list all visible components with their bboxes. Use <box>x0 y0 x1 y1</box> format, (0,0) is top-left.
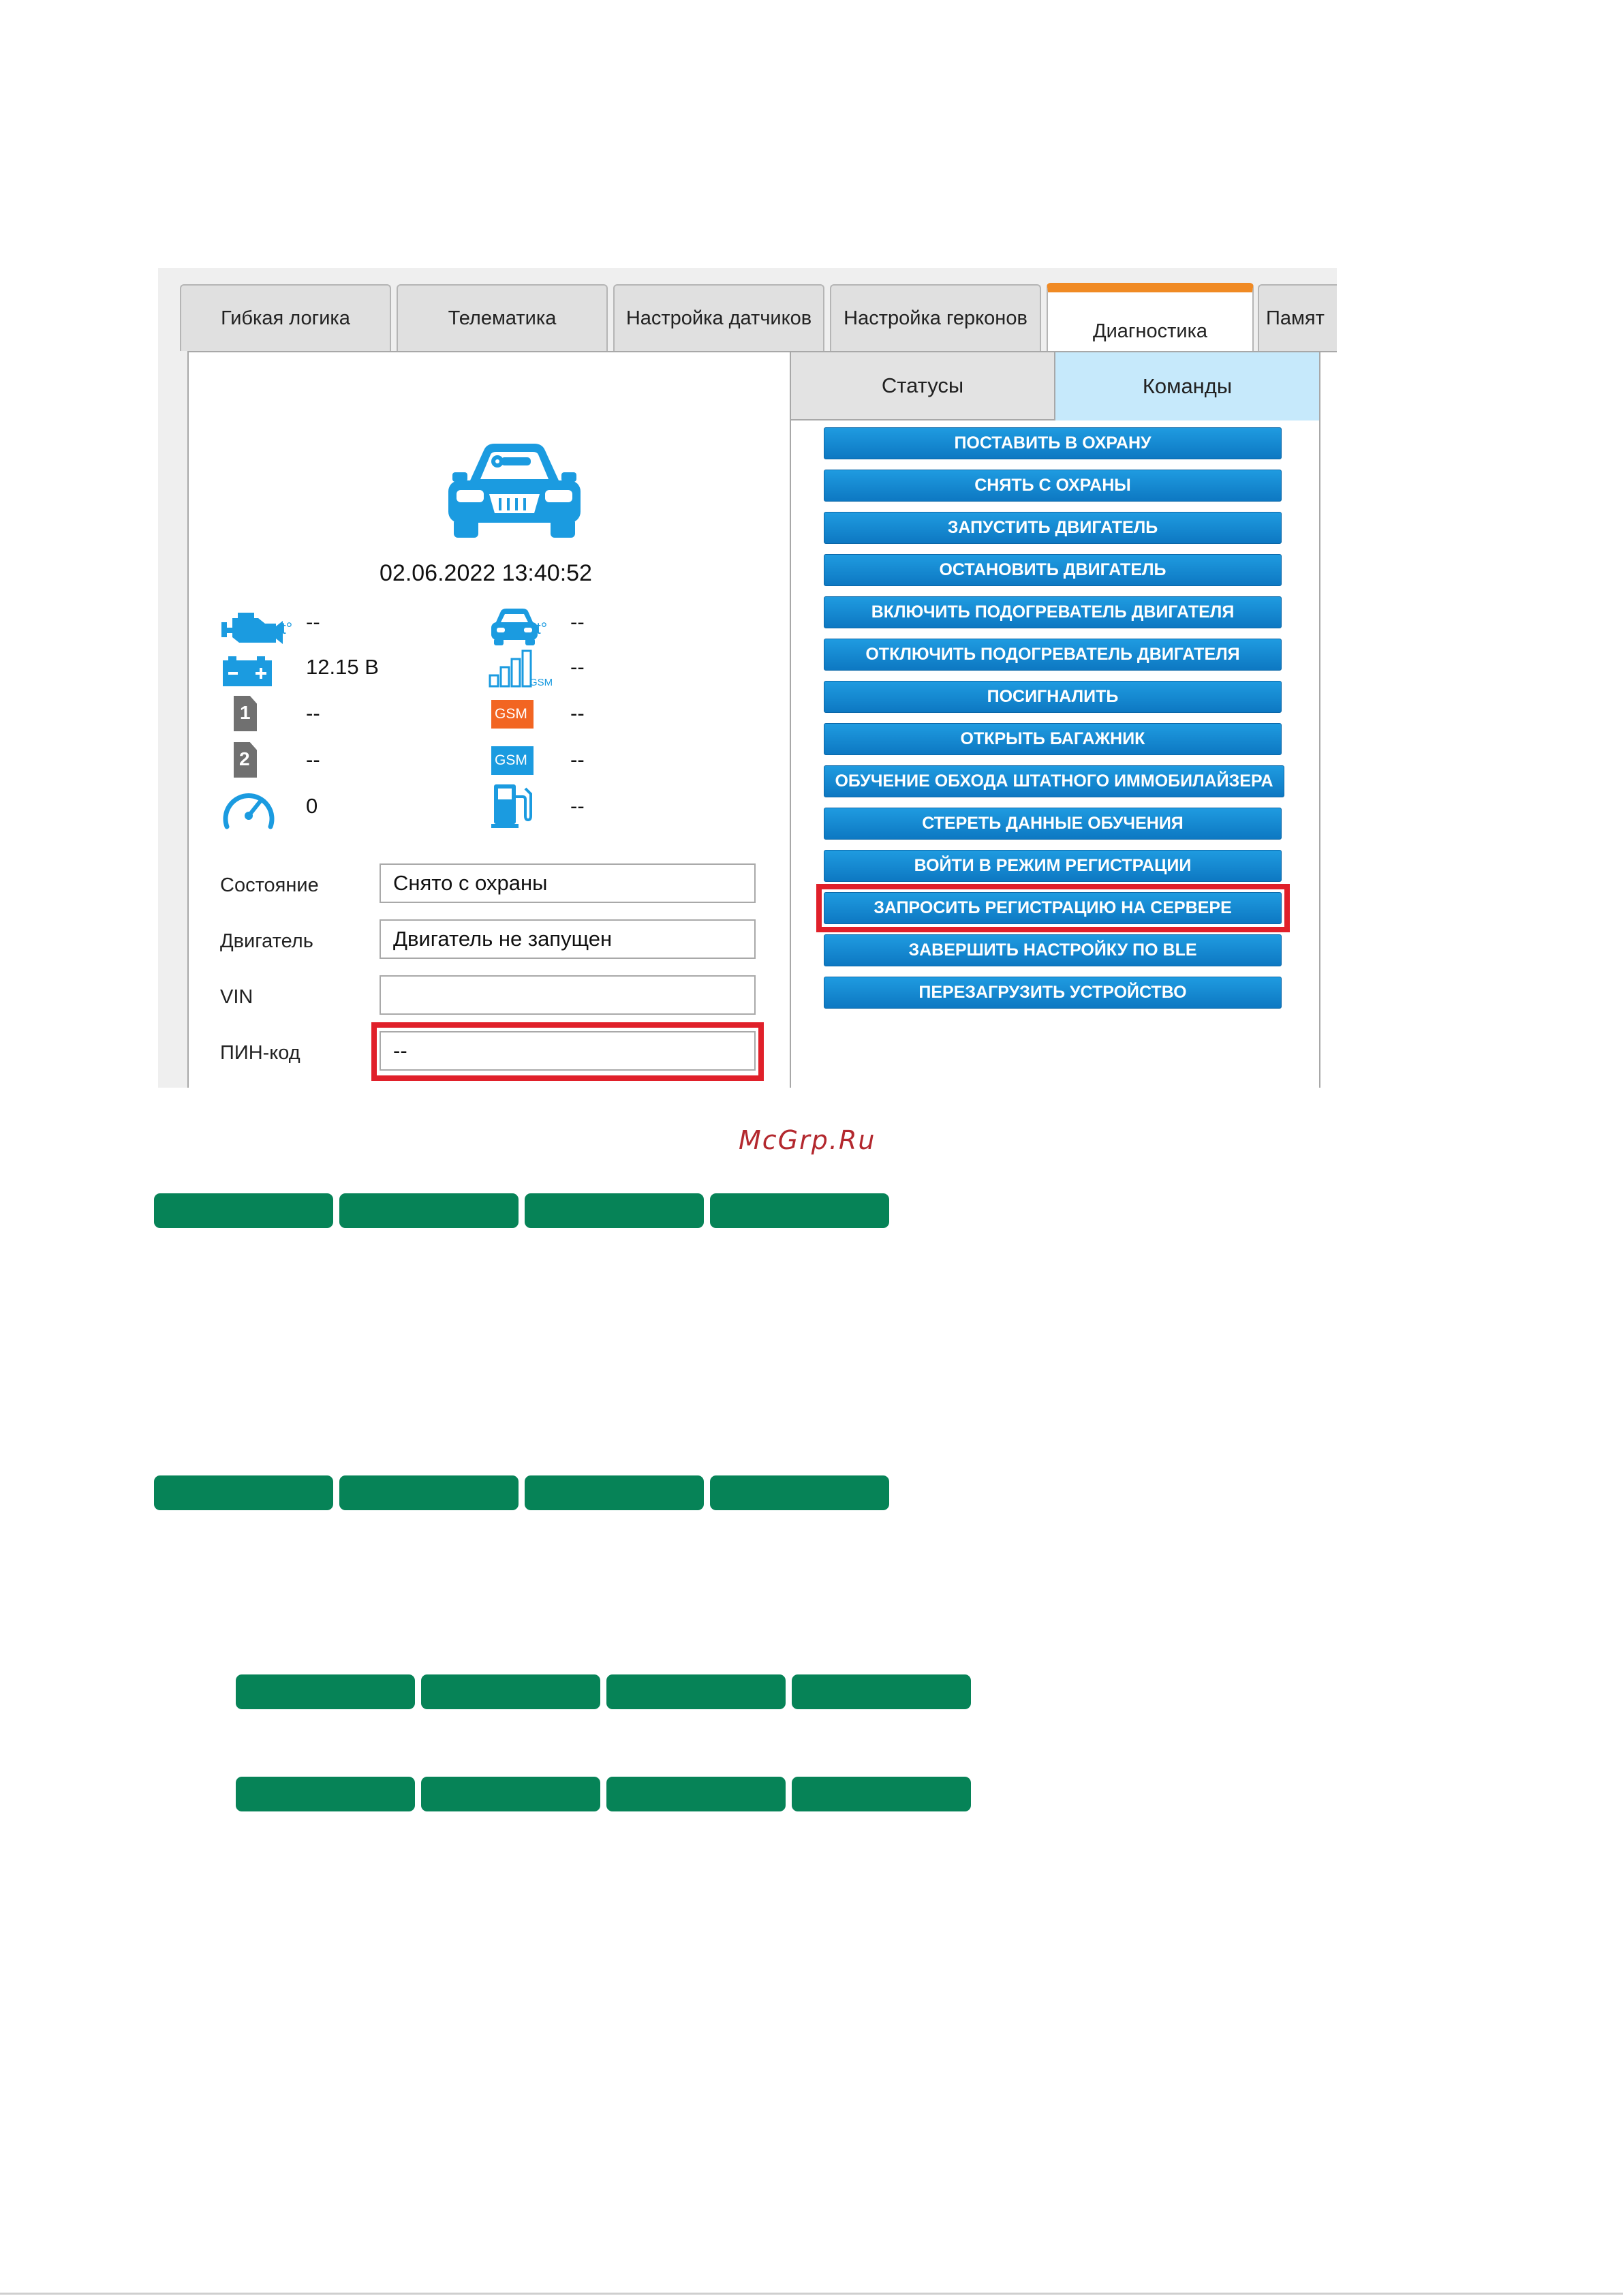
redaction-bar <box>710 1475 889 1510</box>
tab-sensor-settings[interactable]: Настройка датчиков <box>613 284 824 351</box>
vin-field[interactable] <box>380 975 756 1015</box>
engine-temperature-icon: t° <box>221 609 296 650</box>
pin-highlight-frame <box>371 1022 764 1081</box>
heater-off-button[interactable]: ОТКЛЮЧИТЬ ПОДОГРЕВАТЕЛЬ ДВИГАТЕЛЯ <box>824 639 1282 671</box>
battery-voltage-value: 12.15 В <box>306 655 379 679</box>
pin-label: ПИН-код <box>220 1042 300 1064</box>
registration-highlight-frame <box>816 884 1290 932</box>
arm-button[interactable]: ПОСТАВИТЬ В ОХРАНУ <box>824 427 1282 459</box>
sim2-icon: 2 <box>234 742 257 778</box>
watermark: McGrp.Ru <box>739 1125 876 1155</box>
redaction-bar <box>154 1475 333 1510</box>
redaction-bar <box>421 1674 600 1709</box>
temp-superscript: t° <box>536 619 548 638</box>
redaction-bar <box>154 1193 333 1228</box>
app-screenshot: Гибкая логика Телематика Настройка датчи… <box>158 268 1337 1088</box>
sim1-value: -- <box>306 701 320 725</box>
gsm-subscript: GSM <box>529 677 553 688</box>
timestamp: 02.06.2022 13:40:52 <box>380 560 592 586</box>
gsm1-value: -- <box>570 701 585 725</box>
redaction-bar <box>710 1193 889 1228</box>
engine-field[interactable]: Двигатель не запущен <box>380 919 756 959</box>
state-field[interactable]: Снято с охраны <box>380 863 756 903</box>
sim1-icon: 1 <box>234 696 257 731</box>
stop-engine-button[interactable]: ОСТАНОВИТЬ ДВИГАТЕЛЬ <box>824 554 1282 586</box>
cabin-temperature-icon: t° <box>489 607 547 650</box>
commands-panel: Статусы Команды ПОСТАВИТЬ В ОХРАНУ СНЯТЬ… <box>790 352 1320 1088</box>
horn-button[interactable]: ПОСИГНАЛИТЬ <box>824 681 1282 713</box>
redaction-bar <box>339 1193 519 1228</box>
sim2-value: -- <box>306 748 320 771</box>
page-bottom-rule <box>0 2293 1623 2295</box>
redaction-bar <box>606 1674 786 1709</box>
subtab-commands[interactable]: Команды <box>1054 352 1319 420</box>
erase-learning-button[interactable]: СТЕРЕТЬ ДАННЫЕ ОБУЧЕНИЯ <box>824 808 1282 840</box>
reboot-device-button[interactable]: ПЕРЕЗАГРУЗИТЬ УСТРОЙСТВО <box>824 977 1282 1009</box>
gsm-signal-value: -- <box>570 655 585 679</box>
immobilizer-bypass-learning-button[interactable]: ОБУЧЕНИЕ ОБХОДА ШТАТНОГО ИММОБИЛАЙЗЕРА <box>824 765 1284 797</box>
redaction-bar <box>236 1674 415 1709</box>
diagnostics-panel: 02.06.2022 13:40:52 t° -- t° -- 12.15 В … <box>187 351 1337 1088</box>
speedometer-icon <box>221 786 276 833</box>
fuel-icon <box>491 782 532 833</box>
subtab-statuses[interactable]: Статусы <box>791 352 1054 420</box>
sim1-number: 1 <box>240 702 251 723</box>
finish-ble-setup-button[interactable]: ЗАВЕРШИТЬ НАСТРОЙКУ ПО BLE <box>824 934 1282 966</box>
redaction-bar <box>525 1475 704 1510</box>
redaction-bar <box>339 1475 519 1510</box>
gsm1-icon: GSM <box>491 700 534 729</box>
tab-flexible-logic[interactable]: Гибкая логика <box>180 284 391 351</box>
car-key-icon <box>443 438 586 543</box>
battery-icon <box>223 656 272 690</box>
tab-reed-settings[interactable]: Настройка герконов <box>830 284 1041 351</box>
redaction-bar <box>606 1777 786 1811</box>
speed-value: 0 <box>306 794 318 818</box>
redaction-bar <box>421 1777 600 1811</box>
tab-diagnostics[interactable]: Диагностика <box>1047 283 1254 352</box>
temp-superscript: t° <box>281 619 293 638</box>
tab-memory[interactable]: Памят <box>1258 284 1337 351</box>
state-label: Состояние <box>220 874 319 896</box>
gsm2-value: -- <box>570 748 585 771</box>
open-trunk-button[interactable]: ОТКРЫТЬ БАГАЖНИК <box>824 723 1282 755</box>
heater-on-button[interactable]: ВКЛЮЧИТЬ ПОДОГРЕВАТЕЛЬ ДВИГАТЕЛЯ <box>824 596 1282 628</box>
gsm-signal-icon: GSM <box>489 649 553 691</box>
redaction-bar <box>236 1777 415 1811</box>
redaction-bar <box>792 1777 971 1811</box>
fuel-value: -- <box>570 794 585 818</box>
disarm-button[interactable]: СНЯТЬ С ОХРАНЫ <box>824 470 1282 502</box>
redaction-bar <box>792 1674 971 1709</box>
engine-temperature-value: -- <box>306 610 320 634</box>
start-engine-button[interactable]: ЗАПУСТИТЬ ДВИГАТЕЛЬ <box>824 512 1282 544</box>
gsm1-label: GSM <box>495 706 527 722</box>
vin-label: VIN <box>220 986 253 1008</box>
engine-label: Двигатель <box>220 930 313 952</box>
cabin-temperature-value: -- <box>570 610 585 634</box>
gsm2-label: GSM <box>495 752 527 768</box>
gsm2-icon: GSM <box>491 746 534 775</box>
tab-telematics[interactable]: Телематика <box>397 284 608 351</box>
sim2-number: 2 <box>239 748 250 769</box>
enter-registration-button[interactable]: ВОЙТИ В РЕЖИМ РЕГИСТРАЦИИ <box>824 850 1282 882</box>
redaction-bar <box>525 1193 704 1228</box>
